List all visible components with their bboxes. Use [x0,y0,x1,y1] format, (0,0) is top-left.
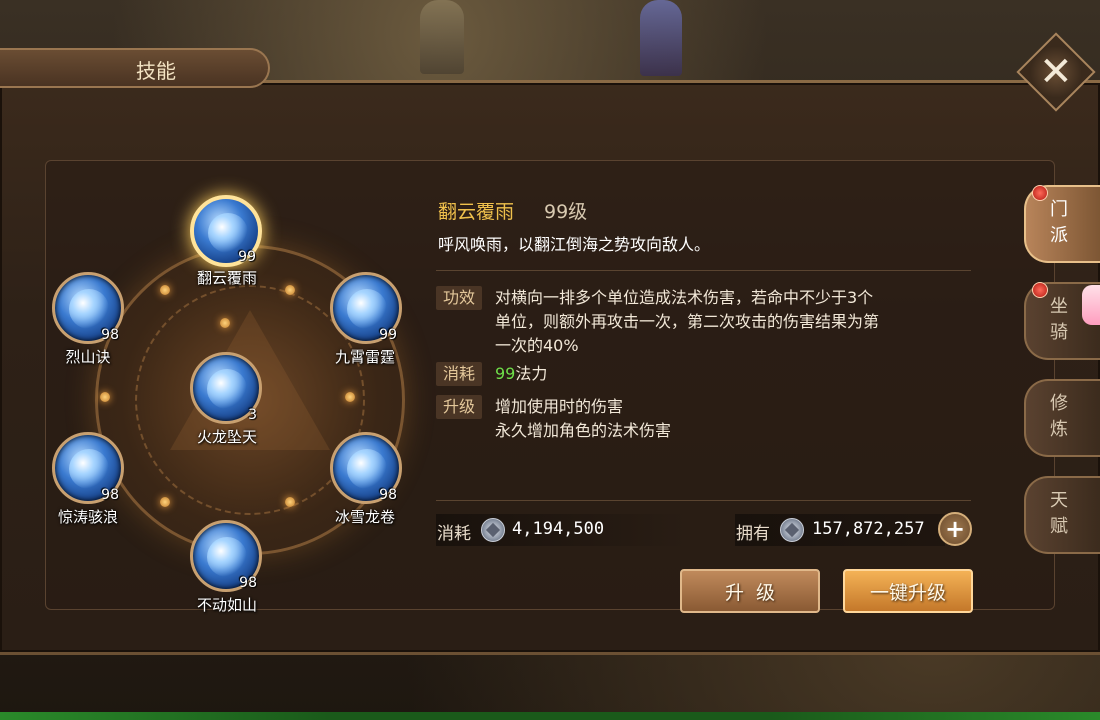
skill-slot-4[interactable]: 3 [190,352,262,424]
skill-name: 惊涛骇浪 [57,508,118,526]
close-icon: ✕ [1039,48,1073,95]
skill-name: 九霄雷霆 [334,348,395,366]
title-tab [0,48,270,88]
effect-line: 对横向一排多个单位造成法术伤害，若命中不少于3个 [495,288,874,307]
wheel-dot [160,285,170,295]
wheel-dot [220,318,230,328]
cost-text: 99法力 [495,362,975,386]
skill-name: 冰雪龙卷 [334,508,395,526]
upgrade-text: 增加使用时的伤害 永久增加角色的法术伤害 [495,395,975,443]
ice-tornado-icon [347,449,387,489]
upgrade-tag: 升级 [436,395,482,419]
page-title: 技能 [136,59,176,83]
effect-line: 一次的40% [495,336,579,355]
wheel-dot [100,392,110,402]
meditation-icon [207,537,247,577]
skill-level: 98 [101,327,119,343]
one-key-upgrade-button[interactable]: 一键升级 [843,569,973,613]
skill-slot-1[interactable]: 99 [190,195,262,267]
skill-detail-level: 99级 [544,201,588,223]
skill-slot-2[interactable]: 98 [52,272,124,344]
skill-slot-7[interactable]: 98 [190,520,262,592]
plus-icon: + [944,515,966,543]
skill-level: 98 [239,575,257,591]
skill-name: 烈山诀 [65,348,111,366]
tab-talent[interactable]: 天赋 [1024,476,1100,554]
add-currency-button[interactable]: + [938,512,972,546]
tab-label: 坐骑 [1050,296,1068,343]
tab-cultivation[interactable]: 修炼 [1024,379,1100,457]
silver-coin-icon [780,518,804,542]
cost-amount: 4,194,500 [512,519,605,539]
skill-slot-6[interactable]: 98 [330,432,402,504]
skill-level: 98 [101,487,119,503]
cost-label: 消耗 [437,524,471,544]
fire-dragon-icon [207,369,247,409]
own-amount: 157,872,257 [812,519,925,539]
water-spirit-icon [69,289,109,329]
wheel-dot [285,285,295,295]
notification-badge [1032,282,1048,298]
effect-line: 单位，则额外再攻击一次，第二次攻击的伤害结果为第 [495,312,880,331]
wave-beast-icon [69,449,109,489]
scene-character [640,0,682,76]
notification-badge [1032,185,1048,201]
tab-label: 天赋 [1050,490,1068,537]
bottom-status-bar [0,712,1100,720]
wheel-dot [285,497,295,507]
wheel-dot [160,497,170,507]
skill-slot-5[interactable]: 98 [52,432,124,504]
effect-tag: 功效 [436,286,482,310]
divider [436,500,971,501]
tab-label: 门派 [1050,199,1068,246]
skill-name: 不动如山 [196,596,257,614]
gift-icon[interactable] [1082,285,1100,325]
effect-text: 对横向一排多个单位造成法术伤害，若命中不少于3个 单位，则额外再攻击一次，第二次… [495,286,975,358]
skill-description: 呼风唤雨，以翻江倒海之势攻向敌人。 [438,235,711,254]
dragon-icon [208,213,248,253]
skill-level: 99 [238,249,256,265]
mana-cost-value: 99 [495,364,516,383]
upgrade-line: 增加使用时的伤害 [495,397,624,416]
skill-slot-3[interactable]: 99 [330,272,402,344]
wheel-dot [345,392,355,402]
skill-detail-name: 翻云覆雨 [438,201,515,223]
tab-label: 修炼 [1050,393,1068,440]
upgrade-line: 永久增加角色的法术伤害 [495,421,672,440]
scene-character [420,0,464,74]
silver-coin-icon [481,518,505,542]
skill-name: 火龙坠天 [196,428,257,446]
own-label: 拥有 [736,524,770,544]
cost-tag: 消耗 [436,362,482,386]
lightning-icon [347,289,387,329]
divider [436,270,971,271]
skill-level: 99 [379,327,397,343]
mana-unit: 法力 [515,364,548,383]
skill-level: 3 [248,407,257,423]
upgrade-button[interactable]: 升级 [680,569,820,613]
skill-name: 翻云覆雨 [196,269,257,287]
skill-level: 98 [379,487,397,503]
